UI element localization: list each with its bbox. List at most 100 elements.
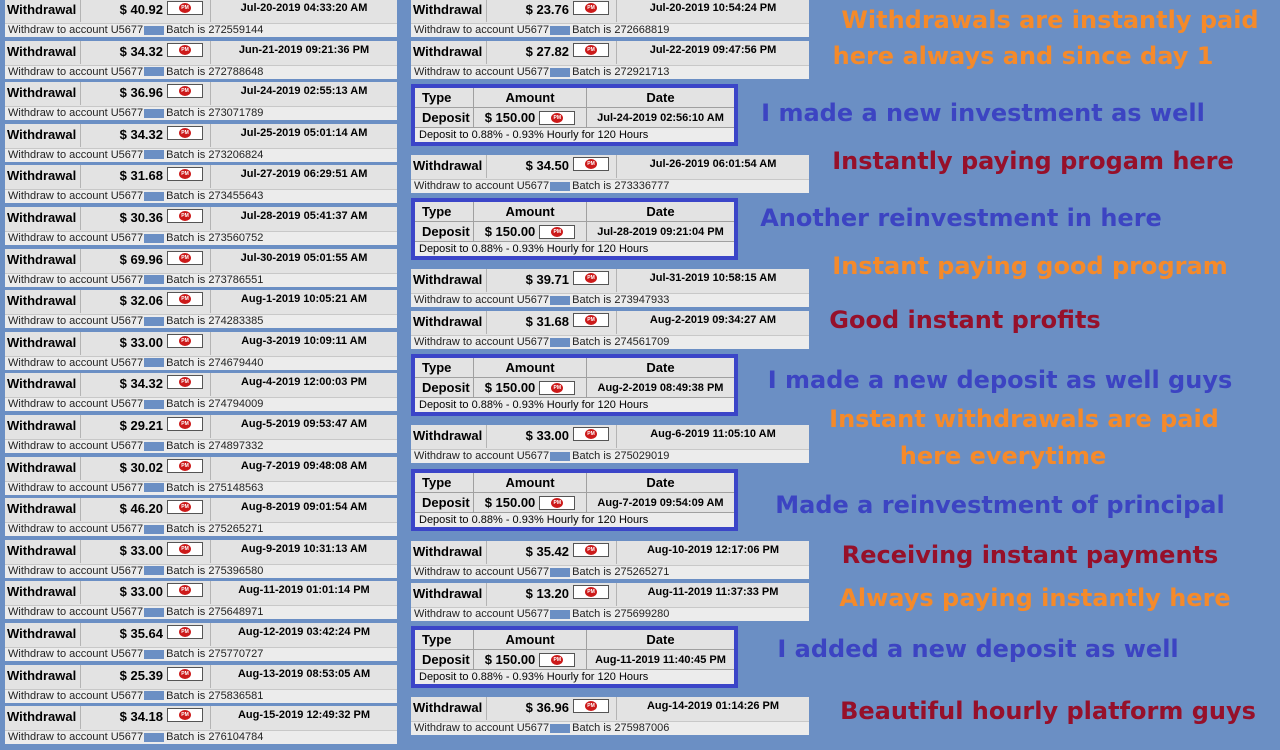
withdrawal-details: Withdraw to account U5677 Batch is 274679… [5,355,397,370]
deposit-table-header: Type Amount Date [415,88,734,108]
amount-cell: $ 27.82 [487,41,617,64]
batch-number: 275396580 [208,564,264,577]
withdrawal-record: Withdrawal $ 34.18 Aug-15-2019 12:49:32 PM… [5,706,397,745]
withdrawal-record: Withdrawal$ 34.32Aug-4-2019 12:00:03 PMW… [5,373,397,412]
date-value: Aug-4-2019 12:00:03 PM [241,376,367,389]
withdrawal-header-row: Withdrawal $ 25.39 Aug-13-2019 08:53:05 AM [5,664,397,688]
perfect-money-icon [167,250,203,265]
date-value: Jul-30-2019 05:01:55 AM [240,251,368,264]
date-value: Aug-7-2019 09:54:09 AM [597,497,724,509]
type-label: Withdrawal [5,207,81,230]
redacted-account [550,609,571,619]
type-label: Withdrawal [411,425,487,448]
deposit-label: Deposit [415,650,474,669]
type-header: Type [415,88,474,107]
date-value: Aug-14-2019 01:14:26 PM [646,700,780,712]
withdrawal-record: Withdrawal$ 30.02Aug-7-2019 09:48:08 AMW… [5,456,397,495]
amount-cell: $ 32.06 [81,290,211,314]
amount-cell: $ 33.00 [487,425,617,448]
deposit-table-header: Type Amount Date [415,473,734,493]
amount-value: $ 31.68 [119,168,163,184]
batch-number: 275836581 [208,689,264,702]
redacted-account [144,67,165,77]
withdrawal-header-row: Withdrawal $ 32.06 Aug-1-2019 10:05:21 AM [5,290,397,314]
withdraw-to-label: Withdraw to account U5677 [8,606,144,619]
deposit-record: TypeAmount Date Deposit $ 150.00 Aug-11-2019… [411,626,738,688]
caption-text: Withdrawals are instantly paid [841,6,1259,34]
perfect-money-icon [167,708,203,723]
batch-label: Batch is [166,606,209,619]
redacted-account [550,295,571,305]
type-label: Withdrawal [5,415,81,438]
withdraw-to-label: Withdraw to account U5677 [414,722,550,734]
batch-number: 274679440 [208,356,264,369]
withdrawal-details: Withdraw to account U5677 Batch is 275836… [5,688,397,703]
amount-cell: $ 34.32 [81,373,211,397]
withdrawal-details: Withdraw to account U5677 Batch is 275648… [5,605,397,620]
batch-label: Batch is [572,722,615,734]
perfect-money-icon [573,543,609,557]
type-label: Withdrawal [5,539,81,563]
withdrawal-header-row: Withdrawal $ 39.71 Jul-31-2019 10:58:15 AM [411,269,809,292]
deposit-row: Deposit $ 150.00 Aug-7-2019 09:54:09 AM [415,493,734,513]
batch-label: Batch is [572,608,615,620]
amount-cell: $ 35.42 [487,541,617,564]
withdrawal-record: Withdrawal $ 40.92 Jul-20-2019 04:33:20 AM… [5,0,397,37]
batch-number: 274897332 [208,440,264,452]
redacted-account [144,108,165,118]
withdrawal-header-row: Withdrawal $ 29.21 Aug-5-2019 09:53:47 AM [5,415,397,438]
batch-label: Batch is [166,148,209,161]
date-value: Jul-27-2019 06:29:51 AM [240,168,368,181]
batch-number: 275265271 [208,523,264,536]
batch-number: 274561709 [614,336,670,348]
withdrawal-record: Withdrawal $ 36.96 Aug-14-2019 01:14:26 PM… [411,697,809,735]
type-label: Withdrawal [411,269,487,292]
date-value: Jul-31-2019 10:58:15 AM [649,272,777,284]
withdrawal-record: Withdrawal$ 33.00Aug-3-2019 10:09:11 AMW… [5,331,397,370]
withdrawal-details: Withdraw to account U5677 Batch is 274283… [5,314,397,329]
batch-label: Batch is [166,648,209,660]
type-label: Withdrawal [5,581,81,605]
amount-value: $ 27.82 [525,44,569,59]
deposit-table-header: Type Amount Date [415,202,734,222]
date-value: Aug-8-2019 09:01:54 AM [240,501,368,514]
withdraw-to-label: Withdraw to account U5677 [8,65,144,78]
withdraw-to-label: Withdraw to account U5677 [8,481,144,494]
type-label: Withdrawal [5,290,81,314]
withdrawal-record: Withdrawal$ 46.20Aug-8-2019 09:01:54 AMW… [5,498,397,537]
perfect-money-icon [167,292,203,307]
perfect-money-icon [573,313,609,327]
batch-label: Batch is [166,689,209,702]
withdrawal-record: Withdrawal$ 33.00Aug-9-2019 10:31:13 AMW… [5,539,397,578]
type-label: Withdrawal [5,373,81,397]
perfect-money-icon [539,224,576,239]
withdraw-to-label: Withdraw to account U5677 [8,523,144,536]
withdrawal-details: Withdraw to account U5677 Batch is 272921… [411,65,809,79]
batch-number: 275029019 [614,450,670,462]
amount-cell: $ 69.96 [81,248,211,272]
redacted-account [550,67,571,77]
withdrawal-header-row: Withdrawal $ 34.50 Jul-26-2019 06:01:54 AM [411,155,809,178]
batch-label: Batch is [572,180,615,192]
amount-value: $ 150.00 [484,380,536,395]
amount-cell: $ 23.76 [487,0,617,22]
redacted-account [144,316,165,326]
redacted-account [550,337,571,347]
perfect-money-icon [167,375,203,390]
batch-number: 275699280 [614,608,670,620]
redacted-account [144,25,165,35]
withdraw-to-label: Withdraw to account U5677 [8,564,144,577]
amount-value: $ 35.42 [525,544,569,559]
withdrawal-details: Withdraw to account U5677 Batch is 275265… [411,565,809,579]
deposit-table-header: Type Amount Date [415,358,734,378]
redacted-account [550,723,571,733]
withdraw-to-label: Withdraw to account U5677 [414,180,550,192]
batch-number: 276104784 [208,731,264,744]
amount-value: $ 33.00 [119,542,163,558]
perfect-money-icon [539,495,576,510]
perfect-money-icon [167,333,203,348]
caption-text: I made a new deposit as well guys [767,366,1233,394]
withdrawal-details: Withdraw to account U5677 Batch is 273206… [5,147,397,162]
perfect-money-icon [539,110,576,125]
date-value: Jun-21-2019 09:21:36 PM [238,43,370,56]
